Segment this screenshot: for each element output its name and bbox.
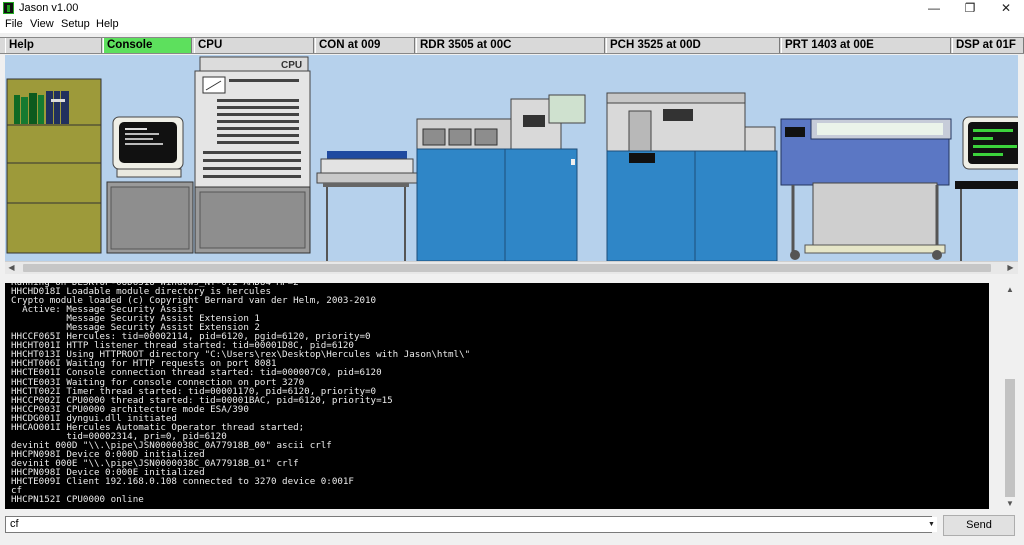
scroll-right-icon[interactable]: ▶ — [1004, 262, 1017, 274]
device-tab-console[interactable]: Console — [103, 38, 192, 53]
scroll-down-icon[interactable]: ▼ — [1002, 497, 1018, 511]
console-output: Running on DESKTOP-0UD631U Windows_NT-6.… — [5, 283, 989, 509]
console-log: Running on DESKTOP-0UD631U Windows_NT-6.… — [11, 283, 470, 504]
scroll-up-icon[interactable]: ▲ — [1002, 283, 1018, 297]
command-input[interactable]: cf — [5, 516, 932, 533]
device-bar: Help Console CPU CON at 009 RDR 3505 at … — [0, 37, 1024, 54]
scene-scrollbar[interactable]: ◀ ▶ — [5, 261, 1018, 274]
typewriter-console[interactable] — [316, 151, 418, 261]
machine-room-scene: CPU — [5, 55, 1018, 261]
close-button[interactable]: ✕ — [988, 0, 1024, 17]
bookshelf[interactable] — [6, 78, 102, 254]
device-tab-display[interactable]: DSP at 01F — [952, 38, 1024, 53]
scene-scroll-thumb[interactable] — [23, 264, 991, 272]
cpu-label: CPU — [281, 60, 302, 71]
device-tab-cpu[interactable]: CPU — [194, 38, 314, 53]
window-title: Jason v1.00 — [19, 2, 79, 14]
console-scroll-thumb[interactable] — [1005, 379, 1015, 497]
device-tab-printer[interactable]: PRT 1403 at 00E — [781, 38, 951, 53]
send-button[interactable]: Send — [943, 515, 1015, 536]
device-tab-punch[interactable]: PCH 3525 at 00D — [606, 38, 780, 53]
maximize-button[interactable]: ❐ — [952, 0, 988, 17]
menu-view[interactable]: View — [30, 18, 54, 30]
command-history-dropdown-icon[interactable]: ▼ — [926, 517, 937, 532]
menu-help[interactable]: Help — [96, 18, 119, 30]
device-tab-help[interactable]: Help — [5, 38, 102, 53]
device-tab-con[interactable]: CON at 009 — [315, 38, 415, 53]
line-printer[interactable] — [780, 118, 952, 260]
menu-setup[interactable]: Setup — [61, 18, 90, 30]
title-bar: Jason v1.00 — ❐ ✕ — [0, 0, 1024, 17]
menu-file[interactable]: File — [5, 18, 23, 30]
cpu-cabinet[interactable]: CPU — [194, 56, 311, 254]
console-line: HHCTE009I Client 192.168.0.108 connected… — [11, 476, 354, 488]
console-line: HHCPN152I CPU0000 online — [11, 494, 144, 506]
card-reader[interactable] — [416, 94, 586, 261]
console-terminal[interactable] — [106, 116, 194, 254]
console-scrollbar[interactable]: ▲ ▼ — [1002, 283, 1018, 511]
minimize-button[interactable]: — — [916, 0, 952, 17]
card-punch[interactable] — [606, 92, 778, 261]
display-terminal[interactable] — [955, 116, 1018, 261]
app-icon — [3, 2, 14, 14]
menu-bar: File View Setup Help — [0, 17, 1024, 33]
device-tab-reader[interactable]: RDR 3505 at 00C — [416, 38, 605, 53]
scroll-left-icon[interactable]: ◀ — [5, 262, 18, 274]
